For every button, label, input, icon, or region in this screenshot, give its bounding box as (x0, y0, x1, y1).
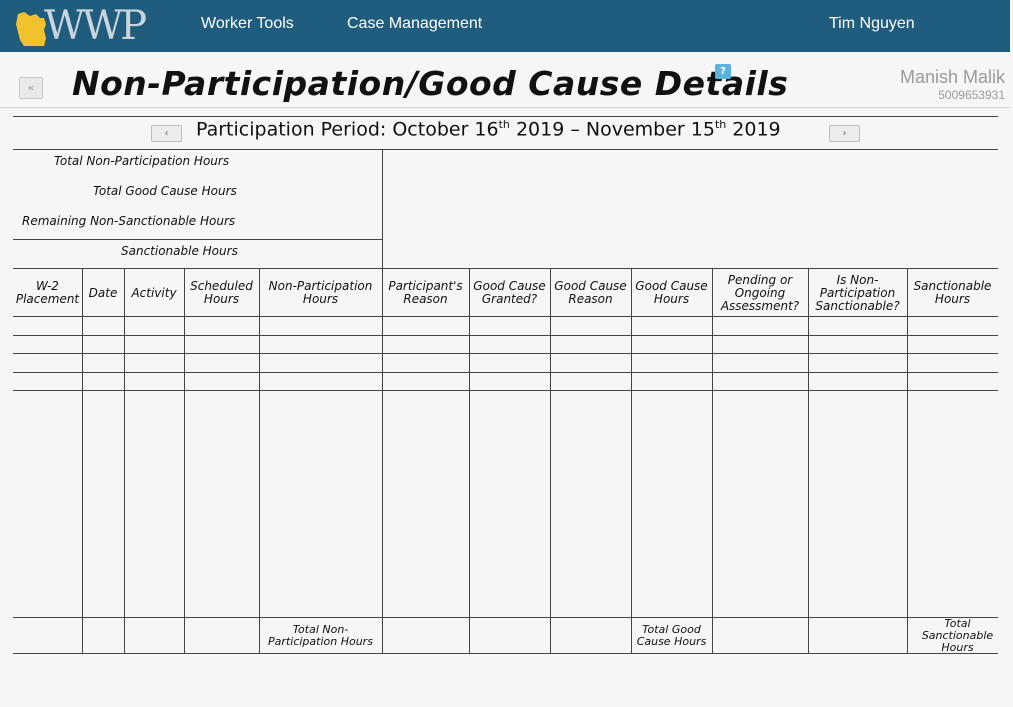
table-column-divider (259, 268, 260, 654)
period-end-suffix: th (714, 118, 727, 131)
period-end-year: 2019 (726, 118, 781, 141)
table-column-divider (631, 268, 632, 654)
table-column-divider (82, 268, 83, 654)
period-prefix: Participation Period: (196, 118, 393, 141)
column-header: Good Cause Granted? (473, 279, 546, 306)
next-period-button[interactable]: › (829, 125, 860, 142)
summary-total-good-cause: Total Good Cause Hours (93, 184, 237, 198)
table-column-divider (907, 268, 908, 654)
summary-divider (382, 149, 383, 268)
logo-text: WWP (44, 3, 147, 49)
column-header: Good Cause Reason (554, 279, 627, 306)
period-middle: 2019 – November 15 (509, 118, 715, 141)
summary-sanctionable: Sanctionable Hours (121, 244, 238, 258)
column-header: Sanctionable Hours (913, 279, 992, 306)
title-divider (0, 107, 1010, 108)
nav-worker-tools[interactable]: Worker Tools (201, 15, 294, 33)
column-header: Date (88, 285, 118, 300)
table-footer-border (13, 617, 998, 618)
period-start: October 16 (392, 118, 499, 141)
summary-total-non-participation: Total Non-Participation Hours (54, 154, 230, 168)
wwp-logo[interactable]: WWP (14, 3, 147, 49)
footer-total-good-cause: Total Good Cause Hours (636, 623, 707, 648)
table-column-divider (124, 268, 125, 654)
column-header: Good Cause Hours (635, 279, 708, 306)
summary-sanctionable-divider (13, 239, 382, 240)
page-title: Non-Participation/Good Cause Details (72, 64, 789, 103)
user-menu[interactable]: Tim Nguyen (829, 15, 915, 33)
help-icon[interactable]: ? (715, 64, 731, 79)
table-row-line (13, 335, 998, 336)
nav-case-management[interactable]: Case Management (347, 15, 482, 33)
back-button[interactable]: « (19, 77, 43, 99)
column-header: Is Non-Participation Sanctionable? (815, 272, 900, 313)
top-navigation-bar: WWP Worker Tools Case Management Tim Ngu… (0, 0, 1010, 52)
table-row-line (13, 353, 998, 354)
column-header: Non-Participation Hours (268, 279, 373, 306)
period-top-border (13, 116, 998, 117)
table-row-line (13, 390, 998, 391)
participant-id: 5009653931 (938, 88, 1005, 102)
table-column-divider (808, 268, 809, 654)
participation-period: Participation Period: October 16th 2019 … (196, 118, 781, 140)
summary-remaining-non-sanctionable: Remaining Non-Sanctionable Hours (22, 214, 236, 228)
table-row-line (13, 372, 998, 373)
table-column-divider (469, 268, 470, 654)
footer-total-non-participation: Total Non-Participation Hours (268, 623, 373, 648)
column-header: Participant's Reason (388, 279, 463, 306)
table-header-border (13, 316, 998, 317)
table-column-divider (382, 268, 383, 654)
column-header: Pending or Ongoing Assessment? (720, 272, 800, 313)
column-header: Scheduled Hours (190, 279, 253, 306)
period-start-suffix: th (498, 118, 510, 131)
column-header: Activity (131, 285, 177, 300)
column-header: W-2 Placement (15, 279, 80, 306)
footer-total-sanctionable: Total Sanctionable Hours (921, 617, 994, 654)
previous-period-button[interactable]: ‹ (151, 125, 182, 142)
table-column-divider (712, 268, 713, 654)
participant-name: Manish Malik (899, 67, 1005, 87)
table-column-divider (184, 268, 185, 654)
table-bottom-border (13, 653, 998, 654)
period-bottom-border (13, 149, 998, 150)
table-column-divider (550, 268, 551, 654)
table-top-border (13, 268, 998, 269)
